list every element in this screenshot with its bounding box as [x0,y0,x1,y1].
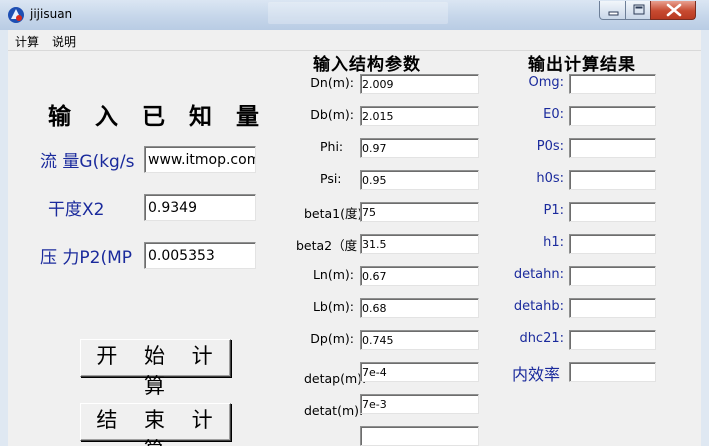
dp-input[interactable] [360,330,479,350]
partial-input[interactable] [360,426,479,446]
psi-input[interactable] [360,170,479,190]
h1-label: h1: [543,235,564,250]
beta1-input[interactable] [360,202,479,222]
p1-output[interactable] [569,202,656,222]
end-calculation-button[interactable]: 结 束 计 算 [80,403,231,446]
dn-input[interactable] [360,74,479,94]
omg-label: Omg: [528,75,564,90]
phi-input[interactable] [360,138,479,158]
menu-bar: 计算 说明 [8,30,701,51]
inputs-heading: 输入结构参数 [313,55,421,75]
beta2-input[interactable] [360,234,479,254]
omg-output[interactable] [569,74,656,94]
detap-input[interactable] [360,362,479,382]
detap-label: detap(m): [304,371,367,386]
window-title: jijisuan [30,7,73,21]
outputs-heading: 输出计算结果 [528,55,636,75]
pressure-input[interactable] [144,242,256,269]
menu-calculate[interactable]: 计算 [15,33,39,50]
h0s-output[interactable] [569,170,656,190]
detahn-output[interactable] [569,266,656,286]
lb-input[interactable] [360,298,479,318]
beta1-label: beta1(度) [304,206,363,221]
lb-label: Lb(m): [312,299,354,314]
detat-input[interactable] [360,394,479,414]
phi-label: Phi: [320,139,344,154]
h0s-label: h0s: [536,171,564,186]
ln-input[interactable] [360,266,479,286]
dhc21-label: dhc21: [519,331,564,346]
flow-label: 流 量G(kg/s [40,152,135,172]
close-icon [666,3,682,17]
maximize-button[interactable] [625,1,651,20]
dryness-input[interactable] [144,194,256,221]
internal-efficiency-label: 内效率 [511,365,560,384]
form-client-area: 输 入 已 知 量 流 量G(kg/s 干度X2 压 力P2(MP 开 始 计 … [8,51,701,446]
p0s-output[interactable] [569,138,656,158]
flow-input[interactable] [144,146,256,173]
start-calculation-button[interactable]: 开 始 计 算 [80,339,231,398]
e0-output[interactable] [569,106,656,126]
e0-label: E0: [543,107,564,122]
detahn-label: detahn: [513,267,564,282]
dhc21-output[interactable] [569,330,656,350]
psi-label: Psi: [320,171,342,186]
db-input[interactable] [360,106,479,126]
menu-help[interactable]: 说明 [52,33,76,50]
known-heading: 输 入 已 知 量 [48,104,268,130]
detahb-label: detahb: [513,299,564,314]
p1-label: P1: [543,203,565,218]
p0s-label: P0s: [536,139,564,154]
close-button[interactable] [650,1,696,20]
background-window-glimpse [268,2,448,24]
detat-label: detat(m): [304,403,364,418]
app-window: jijisuan 计算 说明 输 入 已 知 量 流 量G(kg/s 干度X2 [0,0,709,446]
beta2-label: beta2（度 [296,238,358,253]
detahb-output[interactable] [569,298,656,318]
internal-efficiency-output[interactable] [569,362,656,382]
minimize-button[interactable] [599,1,626,20]
title-bar[interactable]: jijisuan [0,0,709,30]
maximize-icon [633,4,645,15]
dryness-label: 干度X2 [48,200,105,220]
ln-label: Ln(m): [312,267,354,282]
minimize-icon [608,11,619,16]
dn-label: Dn(m): [310,75,354,90]
h1-output[interactable] [569,234,656,254]
db-label: Db(m): [310,107,354,122]
pressure-label: 压 力P2(MP [40,248,133,268]
dp-label: Dp(m): [310,331,354,346]
app-logo-icon [8,7,24,23]
